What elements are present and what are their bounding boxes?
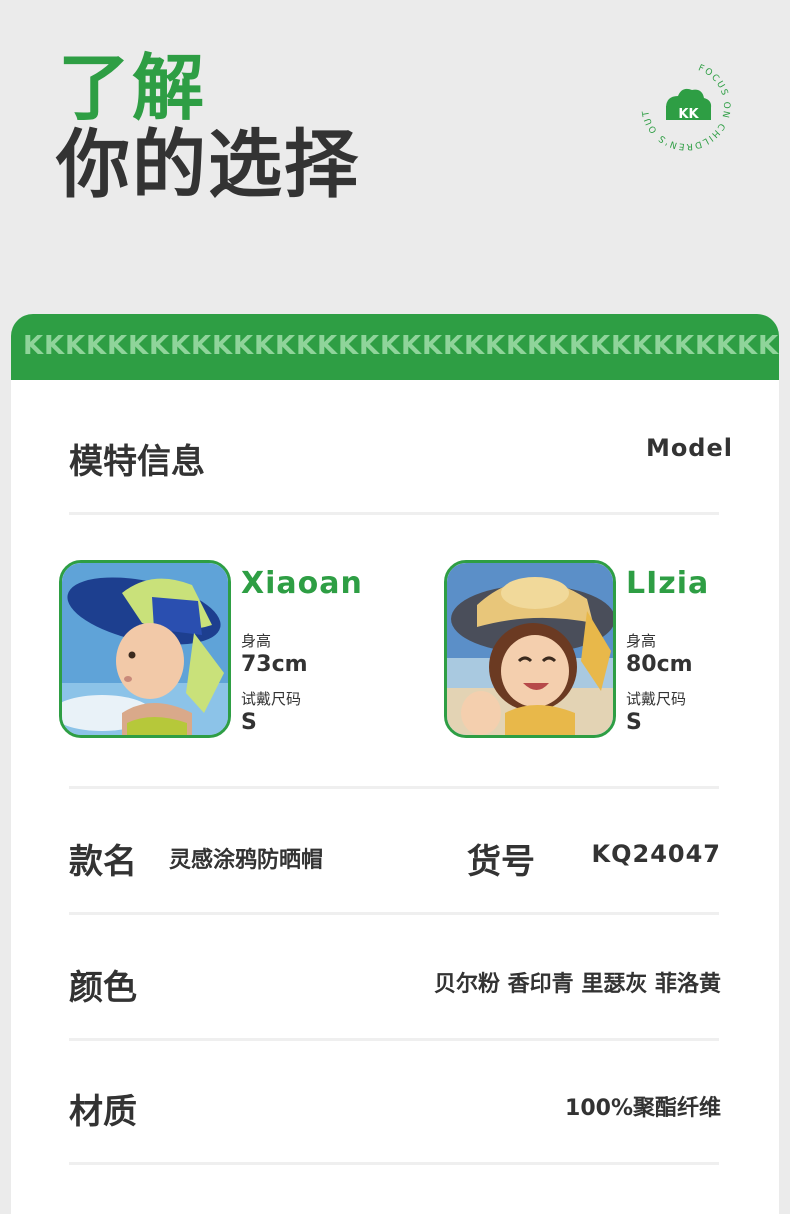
kk-pattern-glyph: K: [590, 331, 611, 361]
kk-pattern-glyph: K: [65, 331, 86, 361]
height-label: 身高: [626, 632, 657, 650]
logo-mark-text: KK: [678, 107, 699, 122]
kk-pattern-row: KKKKKKKKKKKKKKKKKKKKKKKKKKKKKKKKKKKK: [23, 331, 779, 361]
kk-pattern-glyph: K: [443, 331, 464, 361]
divider: [69, 786, 719, 789]
divider: [69, 1038, 719, 1041]
kk-pattern-glyph: K: [674, 331, 695, 361]
height-value: 73cm: [241, 652, 308, 677]
sku-label: 货号: [467, 842, 535, 882]
kk-pattern-glyph: K: [548, 331, 569, 361]
color-value: 贝尔粉 香印青 里瑟灰 菲洛黄: [434, 972, 721, 997]
kk-pattern-glyph: K: [128, 331, 149, 361]
product-name-label: 款名: [69, 842, 137, 882]
kk-pattern-glyph: K: [44, 331, 65, 361]
kk-pattern-glyph: K: [170, 331, 191, 361]
size-label: 试戴尺码: [241, 690, 302, 708]
kk-pattern-glyph: K: [254, 331, 275, 361]
kk-pattern-glyph: K: [191, 331, 212, 361]
kk-pattern-glyph: K: [275, 331, 296, 361]
kk-pattern-glyph: K: [380, 331, 401, 361]
kk-pattern-glyph: K: [23, 331, 44, 361]
kk-pattern-glyph: K: [212, 331, 233, 361]
kk-pattern-glyph: K: [737, 331, 758, 361]
product-info-card: KKKKKKKKKKKKKKKKKKKKKKKKKKKKKKKKKKKK 模特信…: [11, 314, 779, 1214]
model-section-title: 模特信息: [69, 442, 205, 482]
model-photo-lizia: [444, 560, 616, 738]
model-card-xiaoan: Xiaoan 身高 73cm 试戴尺码 S: [59, 560, 389, 740]
kk-pattern-glyph: K: [296, 331, 317, 361]
hero-title-line1: 了解: [58, 46, 207, 130]
height-value: 80cm: [626, 652, 693, 677]
kk-pattern-glyph: K: [233, 331, 254, 361]
height-label: 身高: [241, 632, 272, 650]
material-label: 材质: [69, 1092, 137, 1132]
kk-pattern-glyph: K: [527, 331, 548, 361]
divider: [69, 1162, 719, 1165]
kk-pattern-glyph: K: [338, 331, 359, 361]
material-value: 100%聚酯纤维: [565, 1096, 721, 1121]
kk-brand-logo: FOCUS ON CHILDREN'S OUTDOORS KK: [632, 49, 736, 156]
kk-pattern-glyph: K: [506, 331, 527, 361]
kk-pattern-glyph: K: [716, 331, 737, 361]
model-photo-xiaoan: [59, 560, 231, 738]
color-label: 颜色: [69, 968, 137, 1008]
kk-pattern-glyph: K: [485, 331, 506, 361]
product-name-value: 灵感涂鸦防晒帽: [169, 848, 324, 873]
model-card-lizia: LIzia 身高 80cm 试戴尺码 S: [444, 560, 764, 740]
kk-pattern-banner: KKKKKKKKKKKKKKKKKKKKKKKKKKKKKKKKKKKK: [11, 314, 779, 380]
kk-pattern-glyph: K: [695, 331, 716, 361]
kk-pattern-glyph: K: [632, 331, 653, 361]
kk-pattern-glyph: K: [758, 331, 779, 361]
kk-pattern-glyph: K: [149, 331, 170, 361]
kk-pattern-glyph: K: [359, 331, 380, 361]
kk-pattern-glyph: K: [401, 331, 422, 361]
kk-pattern-glyph: K: [422, 331, 443, 361]
model-name: Xiaoan: [241, 566, 363, 601]
hero-title-line2: 你的选择: [56, 122, 360, 208]
model-section-title-en: Model: [645, 434, 733, 462]
size-label: 试戴尺码: [626, 690, 687, 708]
kk-pattern-glyph: K: [569, 331, 590, 361]
kk-pattern-glyph: K: [611, 331, 632, 361]
kk-pattern-glyph: K: [464, 331, 485, 361]
kk-pattern-glyph: K: [107, 331, 128, 361]
model-name: LIzia: [626, 566, 710, 601]
kk-pattern-glyph: K: [653, 331, 674, 361]
size-value: S: [241, 710, 257, 735]
divider: [69, 512, 719, 515]
kk-pattern-glyph: K: [317, 331, 338, 361]
sku-value: KQ24047: [591, 840, 721, 868]
divider: [69, 912, 719, 915]
kk-pattern-glyph: K: [86, 331, 107, 361]
size-value: S: [626, 710, 642, 735]
